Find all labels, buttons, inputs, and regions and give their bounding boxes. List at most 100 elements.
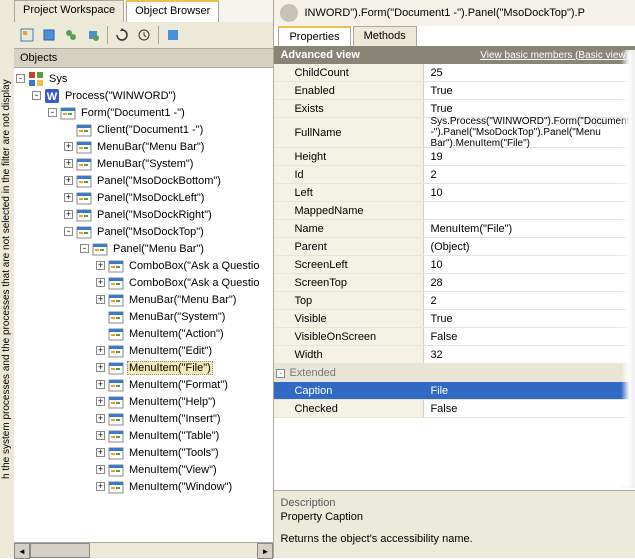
scroll-left-button[interactable]: ◄ xyxy=(14,543,30,559)
expand-icon[interactable]: + xyxy=(96,261,105,270)
expand-icon[interactable]: + xyxy=(96,295,105,304)
tab-properties[interactable]: Properties xyxy=(278,26,350,46)
tree-node-label[interactable]: MenuBar("Menu Bar") xyxy=(127,293,238,307)
tree-node-label[interactable]: MenuItem("Window") xyxy=(127,480,234,494)
tree-node[interactable]: +MenuItem("File") xyxy=(16,359,271,376)
property-row[interactable]: CaptionFile xyxy=(274,382,635,400)
tool-btn-2[interactable] xyxy=(39,25,59,45)
tree-node[interactable]: - Sys xyxy=(16,70,271,87)
collapse-icon[interactable]: - xyxy=(48,108,57,117)
expand-icon[interactable]: + xyxy=(96,482,105,491)
tree-node-label[interactable]: MenuBar("System") xyxy=(127,310,227,324)
collapse-icon[interactable]: - xyxy=(80,244,89,253)
property-row[interactable]: FullNameSys.Process("WINWORD").Form("Doc… xyxy=(274,118,635,148)
tree-node[interactable]: + MenuItem("Window") xyxy=(16,478,271,495)
tool-btn-7[interactable] xyxy=(163,25,183,45)
tree-node-label[interactable]: MenuItem("Tools") xyxy=(127,446,221,460)
tree-node[interactable]: MenuItem("Action") xyxy=(16,325,271,342)
tree-node-label[interactable]: MenuItem("View") xyxy=(127,463,219,477)
property-value[interactable]: True xyxy=(424,103,635,115)
property-value[interactable]: 2 xyxy=(424,295,635,307)
tree-node[interactable]: + ComboBox("Ask a Questio xyxy=(16,257,271,274)
property-row[interactable]: CheckedFalse xyxy=(274,400,635,418)
tree-node-label[interactable]: Panel("MsoDockTop") xyxy=(95,225,206,239)
tree-node-label[interactable]: MenuItem("Insert") xyxy=(127,412,223,426)
expand-icon[interactable]: + xyxy=(64,193,73,202)
property-value[interactable]: (Object) xyxy=(424,241,635,253)
tree-node[interactable]: + MenuBar("Menu Bar") xyxy=(16,138,271,155)
tree-node[interactable]: +MenuBar("System") xyxy=(16,155,271,172)
tree-node-label[interactable]: Panel("Menu Bar") xyxy=(111,242,206,256)
tab-methods[interactable]: Methods xyxy=(353,26,417,46)
property-row[interactable]: NameMenuItem("File") xyxy=(274,220,635,238)
tree-node-label[interactable]: ComboBox("Ask a Questio xyxy=(127,259,261,273)
property-category[interactable]: -Extended xyxy=(274,364,635,382)
scroll-right-button[interactable]: ► xyxy=(257,543,273,559)
tree-node[interactable]: + ComboBox("Ask a Questio xyxy=(16,274,271,291)
tree-node[interactable]: + Panel("MsoDockLeft") xyxy=(16,189,271,206)
tree-node[interactable]: MenuBar("System") xyxy=(16,308,271,325)
tool-btn-4[interactable] xyxy=(83,25,103,45)
tree-node-label[interactable]: MenuItem("File") xyxy=(127,361,213,375)
scroll-thumb[interactable] xyxy=(30,543,90,558)
property-value[interactable]: Sys.Process("WINWORD").Form("Document1 -… xyxy=(424,116,635,149)
property-value[interactable]: 10 xyxy=(424,187,635,199)
tree-node[interactable]: +Panel("MsoDockRight") xyxy=(16,206,271,223)
property-row[interactable]: ScreenTop28 xyxy=(274,274,635,292)
tree-node[interactable]: + MenuBar("Menu Bar") xyxy=(16,291,271,308)
property-value[interactable]: 28 xyxy=(424,277,635,289)
property-row[interactable]: VisibleOnScreenFalse xyxy=(274,328,635,346)
property-row[interactable]: Height19 xyxy=(274,148,635,166)
expand-icon[interactable]: + xyxy=(64,176,73,185)
tree-node[interactable]: +MenuItem("Tools") xyxy=(16,444,271,461)
properties-grid[interactable]: ChildCount25EnabledTrueExistsTrueFullNam… xyxy=(274,64,635,490)
collapse-icon[interactable]: - xyxy=(32,91,41,100)
tree-node-label[interactable]: Panel("MsoDockLeft") xyxy=(95,191,206,205)
tree-node[interactable]: - Panel("Menu Bar") xyxy=(16,240,271,257)
basic-view-link[interactable]: View basic members (Basic view) xyxy=(480,50,629,61)
tree-node[interactable]: + MenuItem("Insert") xyxy=(16,410,271,427)
expand-icon[interactable]: + xyxy=(96,380,105,389)
tree-node[interactable]: + Panel("MsoDockBottom") xyxy=(16,172,271,189)
tree-node[interactable]: + MenuItem("Help") xyxy=(16,393,271,410)
property-row[interactable]: Parent(Object) xyxy=(274,238,635,256)
tree-node-label[interactable]: Client("Document1 -") xyxy=(95,123,205,137)
tool-btn-6[interactable] xyxy=(134,25,154,45)
tree-node-label[interactable]: Sys xyxy=(47,72,69,86)
tree-node[interactable]: Client("Document1 -") xyxy=(16,121,271,138)
property-value[interactable]: True xyxy=(424,85,635,97)
property-value[interactable]: 19 xyxy=(424,151,635,163)
expand-icon[interactable]: + xyxy=(96,465,105,474)
collapse-icon[interactable]: - xyxy=(276,369,285,378)
property-value[interactable]: 32 xyxy=(424,349,635,361)
property-row[interactable]: Left10 xyxy=(274,184,635,202)
tree-node-label[interactable]: ComboBox("Ask a Questio xyxy=(127,276,261,290)
expand-icon[interactable]: + xyxy=(96,397,105,406)
property-row[interactable]: Top2 xyxy=(274,292,635,310)
tree-node-label[interactable]: MenuItem("Edit") xyxy=(127,344,214,358)
property-value[interactable]: True xyxy=(424,313,635,325)
tree-node-label[interactable]: Process("WINWORD") xyxy=(63,89,178,103)
expand-icon[interactable]: + xyxy=(96,278,105,287)
tree-node-label[interactable]: MenuBar("Menu Bar") xyxy=(95,140,206,154)
expand-icon[interactable]: + xyxy=(96,431,105,440)
tree-node-label[interactable]: MenuItem("Action") xyxy=(127,327,226,341)
collapse-icon[interactable]: - xyxy=(16,74,25,83)
property-row[interactable]: EnabledTrue xyxy=(274,82,635,100)
expand-icon[interactable]: + xyxy=(64,210,73,219)
horizontal-scrollbar[interactable]: ◄ ► xyxy=(14,542,273,558)
property-value[interactable]: 25 xyxy=(424,67,635,79)
tab-object-browser[interactable]: Object Browser xyxy=(126,0,219,22)
nav-back-icon[interactable] xyxy=(280,4,298,22)
expand-icon[interactable]: + xyxy=(64,142,73,151)
expand-icon[interactable]: + xyxy=(96,414,105,423)
refresh-button[interactable] xyxy=(112,25,132,45)
tree-node-label[interactable]: Panel("MsoDockBottom") xyxy=(95,174,223,188)
tab-project-workspace[interactable]: Project Workspace xyxy=(14,0,124,22)
tree-node[interactable]: + MenuItem("Format") xyxy=(16,376,271,393)
tree-node-label[interactable]: MenuItem("Help") xyxy=(127,395,218,409)
property-value[interactable]: 10 xyxy=(424,259,635,271)
tree-node-label[interactable]: Form("Document1 -") xyxy=(79,106,187,120)
property-row[interactable]: MappedName xyxy=(274,202,635,220)
tree-node-label[interactable]: MenuItem("Format") xyxy=(127,378,230,392)
